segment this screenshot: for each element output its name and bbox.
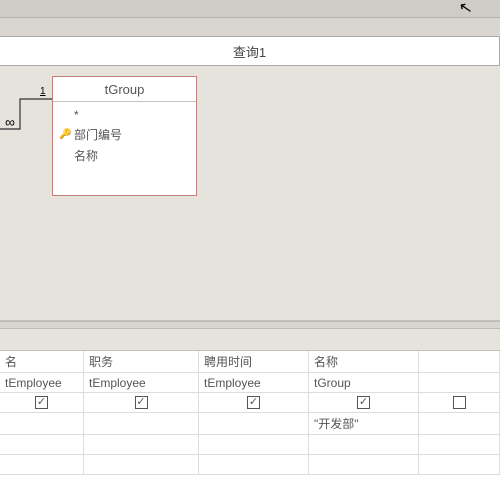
grid-cell[interactable]: ✓ [0, 393, 84, 412]
grid-row-or [0, 435, 500, 455]
grid-cell[interactable]: ✓ [309, 393, 419, 412]
relation-many-label: ∞ [5, 114, 15, 130]
grid-cell[interactable] [419, 373, 500, 392]
grid-cell[interactable]: 聘用时间 [199, 351, 309, 372]
grid-cell[interactable] [419, 455, 500, 474]
field-label: 名称 [74, 147, 98, 164]
relation-one-label: 1 [40, 86, 46, 97]
field-label: * [74, 108, 79, 122]
tab-label: 查询1 [233, 42, 266, 61]
grid-row-show: ✓ ✓ ✓ ✓ [0, 393, 500, 413]
field-row-name[interactable]: 名称 [59, 145, 190, 166]
show-checkbox[interactable]: ✓ [247, 396, 260, 409]
grid-cell[interactable]: tGroup [309, 373, 419, 392]
grid-header-strip [0, 329, 500, 351]
pane-splitter[interactable] [0, 321, 500, 329]
grid-cell[interactable] [419, 393, 500, 412]
grid-cell[interactable] [84, 435, 199, 454]
grid-cell[interactable] [419, 351, 500, 372]
grid-cell[interactable] [309, 435, 419, 454]
key-icon: 🔑 [59, 129, 69, 140]
grid-cell[interactable] [199, 455, 309, 474]
grid-cell[interactable] [0, 413, 84, 434]
grid-cell[interactable]: ✓ [199, 393, 309, 412]
grid-cell[interactable] [419, 413, 500, 434]
grid-row-field: 名 职务 聘用时间 名称 [0, 351, 500, 373]
mouse-cursor-icon: ↖ [457, 0, 474, 19]
grid-cell[interactable] [84, 455, 199, 474]
field-label: 部门编号 [74, 126, 122, 143]
window-chrome-strip: ↖ [0, 0, 500, 18]
grid-cell[interactable]: tEmployee [0, 373, 84, 392]
grid-cell[interactable]: 名 [0, 351, 84, 372]
grid-cell[interactable] [199, 413, 309, 434]
show-checkbox[interactable]: ✓ [357, 396, 370, 409]
qbe-grid: 名 职务 聘用时间 名称 tEmployee tEmployee tEmploy… [0, 351, 500, 500]
grid-cell[interactable] [0, 435, 84, 454]
grid-row-table: tEmployee tEmployee tEmployee tGroup [0, 373, 500, 393]
table-field-list: * 🔑 部门编号 名称 [53, 102, 196, 170]
grid-cell[interactable]: tEmployee [84, 373, 199, 392]
relationship-line: 1 ∞ [0, 84, 52, 144]
show-checkbox[interactable] [453, 396, 466, 409]
grid-cell[interactable]: tEmployee [199, 373, 309, 392]
grid-cell[interactable]: 职务 [84, 351, 199, 372]
grid-cell[interactable]: ✓ [84, 393, 199, 412]
grid-row-criteria: "开发部" [0, 413, 500, 435]
field-row-pk[interactable]: 🔑 部门编号 [59, 124, 190, 145]
grid-row-extra [0, 455, 500, 475]
grid-cell[interactable]: 名称 [309, 351, 419, 372]
query-tab-bar: 查询1 [0, 36, 500, 66]
tab-query1[interactable]: 查询1 [0, 37, 499, 65]
grid-cell[interactable] [199, 435, 309, 454]
show-checkbox[interactable]: ✓ [35, 396, 48, 409]
grid-cell[interactable] [309, 455, 419, 474]
grid-cell[interactable] [0, 455, 84, 474]
show-checkbox[interactable]: ✓ [135, 396, 148, 409]
grid-cell[interactable] [419, 435, 500, 454]
grid-cell[interactable]: "开发部" [309, 413, 419, 434]
query-design-surface[interactable]: 1 ∞ tGroup * 🔑 部门编号 名称 [0, 66, 500, 321]
table-title: tGroup [53, 77, 196, 102]
grid-cell[interactable] [84, 413, 199, 434]
field-row-star[interactable]: * [59, 106, 190, 124]
table-tgroup[interactable]: tGroup * 🔑 部门编号 名称 [52, 76, 197, 196]
